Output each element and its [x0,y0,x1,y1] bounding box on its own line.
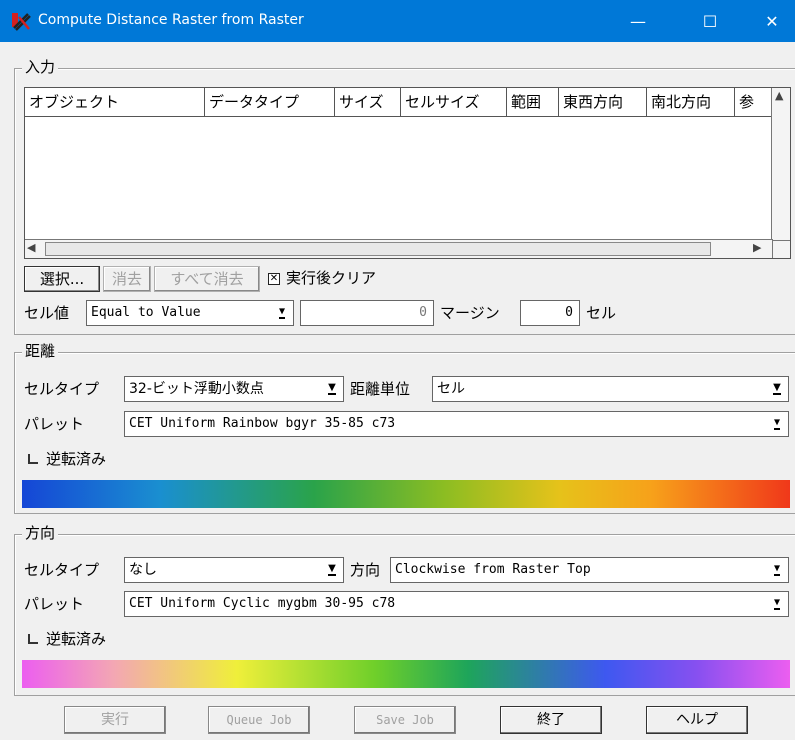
distance-cell-type-value: 32-ビット浮動小数点 [129,381,264,397]
direction-palette-preview [22,660,790,688]
close-icon: ✕ [765,11,779,31]
input-object-table[interactable]: オブジェクト データタイプ サイズ セルサイズ 範囲 東西方向 南北方向 参 ▲… [24,87,791,259]
cell-value-select[interactable]: Equal to Value ▼ [86,300,294,326]
cell-value-option: Equal to Value [91,305,201,320]
clear-after-run-checkbox[interactable]: ✕ [268,273,280,285]
scroll-left-icon[interactable]: ◀ [27,240,35,256]
value-text: 0 [419,305,427,320]
dropdown-arrow-icon[interactable]: ▼ [271,301,293,325]
direction-label: 方向 [350,561,381,579]
help-button[interactable]: ヘルプ [646,706,748,734]
direction-group-label: 方向 [22,524,59,542]
maximize-icon: ☐ [702,11,718,31]
column-header-cell-size[interactable]: セルサイズ [401,88,507,116]
distance-unit-label: 距離単位 [350,380,411,398]
input-group-label: 入力 [22,58,59,76]
column-header-reference[interactable]: 参 [735,88,773,116]
direction-palette-select[interactable]: CET Uniform Cyclic mygbm 30-95 c78 ▼ [124,591,789,617]
distance-reversed-label: 逆転済み [46,450,107,468]
distance-palette-preview [22,480,790,508]
select-button[interactable]: 選択... [24,266,100,292]
dropdown-arrow-icon[interactable]: ▼ [321,558,343,582]
dialog-window: Compute Distance Raster from Raster — ☐ … [0,0,795,740]
margin-label: マージン [440,304,500,322]
distance-cell-type-label: セルタイプ [24,380,100,398]
close-button[interactable]: ✕ [749,0,795,42]
maximize-button[interactable]: ☐ [687,0,733,42]
column-header-data-type[interactable]: データタイプ [205,88,335,116]
dropdown-arrow-icon[interactable]: ▼ [766,592,788,616]
vertical-scrollbar[interactable]: ▲ [771,88,790,242]
direction-reversed-checkbox[interactable] [28,634,38,644]
distance-group-label: 距離 [22,342,59,360]
distance-palette-value: CET Uniform Rainbow bgyr 35-85 c73 [129,416,396,431]
distance-reversed-checkbox[interactable] [28,454,38,464]
value-field[interactable]: 0 [300,300,434,326]
dropdown-arrow-icon[interactable]: ▼ [766,558,788,582]
delete-button[interactable]: 消去 [103,266,151,292]
distance-palette-label: パレット [24,415,85,433]
window-title: Compute Distance Raster from Raster [38,12,304,28]
scroll-up-icon[interactable]: ▲ [775,88,783,104]
column-header-north-south[interactable]: 南北方向 [647,88,735,116]
cell-value-label: セル値 [24,304,70,322]
direction-cell-type-value: なし [129,562,157,578]
run-button[interactable]: 実行 [64,706,166,734]
direction-select[interactable]: Clockwise from Raster Top ▼ [390,557,789,583]
distance-unit-value: セル [437,381,465,397]
column-header-object[interactable]: オブジェクト [25,88,205,116]
direction-palette-value: CET Uniform Cyclic mygbm 30-95 c78 [129,596,396,611]
direction-palette-label: パレット [24,595,85,613]
direction-cell-type-select[interactable]: なし ▼ [124,557,344,583]
cell-unit-label: セル [586,304,617,322]
minimize-icon: — [630,11,646,31]
column-header-extent[interactable]: 範囲 [507,88,559,116]
exit-button[interactable]: 終了 [500,706,602,734]
direction-cell-type-label: セルタイプ [24,561,100,579]
direction-reversed-label: 逆転済み [46,630,107,648]
column-header-size[interactable]: サイズ [335,88,401,116]
dropdown-arrow-icon[interactable]: ▼ [321,377,343,401]
margin-value: 0 [565,305,573,320]
distance-unit-select[interactable]: セル ▼ [432,376,789,402]
title-bar[interactable]: Compute Distance Raster from Raster — ☐ … [0,0,795,42]
horizontal-scrollbar[interactable]: ◀ ▶ [25,239,773,258]
save-job-button[interactable]: Save Job [354,706,456,734]
direction-value: Clockwise from Raster Top [395,562,591,577]
scroll-corner [772,240,790,258]
scroll-right-icon[interactable]: ▶ [753,240,761,256]
delete-all-button[interactable]: すべて消去 [154,266,260,292]
dropdown-arrow-icon[interactable]: ▼ [766,377,788,401]
clear-after-run-label: 実行後クリア [286,269,377,287]
minimize-button[interactable]: — [615,0,661,42]
table-header: オブジェクト データタイプ サイズ セルサイズ 範囲 東西方向 南北方向 参 [25,88,773,117]
app-icon [12,13,31,31]
dropdown-arrow-icon[interactable]: ▼ [766,412,788,436]
column-header-east-west[interactable]: 東西方向 [559,88,647,116]
margin-field[interactable]: 0 [520,300,580,326]
distance-cell-type-select[interactable]: 32-ビット浮動小数点 ▼ [124,376,344,402]
scroll-thumb[interactable] [45,242,711,256]
queue-job-button[interactable]: Queue Job [208,706,310,734]
distance-palette-select[interactable]: CET Uniform Rainbow bgyr 35-85 c73 ▼ [124,411,789,437]
